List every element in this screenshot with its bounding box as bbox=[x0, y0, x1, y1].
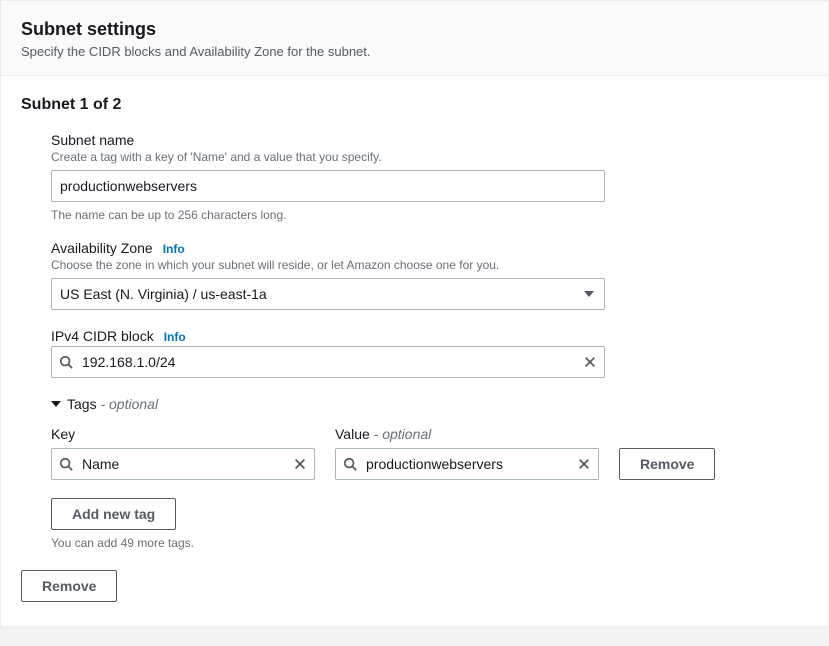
remove-tag-button[interactable]: Remove bbox=[619, 448, 715, 480]
panel-header: Subnet settings Specify the CIDR blocks … bbox=[1, 1, 828, 76]
close-icon[interactable] bbox=[577, 457, 591, 471]
availability-zone-description: Choose the zone in which your subnet wil… bbox=[51, 258, 808, 272]
tag-key-input[interactable] bbox=[51, 448, 315, 480]
tag-value-label: Value - optional bbox=[335, 426, 599, 442]
tags-toggle[interactable]: Tags - optional bbox=[51, 396, 808, 412]
subnet-name-label: Subnet name bbox=[51, 132, 808, 148]
subnet-name-description: Create a tag with a key of 'Name' and a … bbox=[51, 150, 808, 164]
subnet-name-hint: The name can be up to 256 characters lon… bbox=[51, 208, 808, 222]
remove-subnet-button[interactable]: Remove bbox=[21, 570, 117, 602]
add-tag-button[interactable]: Add new tag bbox=[51, 498, 176, 530]
subnet-name-field: Subnet name Create a tag with a key of '… bbox=[51, 132, 808, 222]
cidr-info-link[interactable]: Info bbox=[164, 330, 186, 344]
availability-zone-field: Availability Zone Info Choose the zone i… bbox=[51, 240, 808, 310]
tags-hint: You can add 49 more tags. bbox=[51, 536, 808, 550]
tag-remove-col: Remove bbox=[619, 448, 715, 480]
tag-key-col: Key bbox=[51, 426, 315, 480]
tag-value-input-wrap bbox=[335, 448, 599, 480]
panel-subtitle: Specify the CIDR blocks and Availability… bbox=[21, 44, 808, 59]
tag-key-label: Key bbox=[51, 426, 315, 442]
chevron-down-icon bbox=[584, 291, 594, 297]
availability-zone-label: Availability Zone Info bbox=[51, 240, 808, 256]
close-icon[interactable] bbox=[583, 355, 597, 369]
search-icon bbox=[59, 457, 73, 471]
close-icon[interactable] bbox=[293, 457, 307, 471]
availability-zone-label-text: Availability Zone bbox=[51, 240, 153, 256]
cidr-input-wrap bbox=[51, 346, 605, 378]
add-tag-row: Add new tag You can add 49 more tags. bbox=[51, 498, 808, 550]
availability-zone-value: US East (N. Virginia) / us-east-1a bbox=[60, 286, 267, 302]
availability-zone-select[interactable]: US East (N. Virginia) / us-east-1a bbox=[51, 278, 605, 310]
panel-title: Subnet settings bbox=[21, 19, 808, 40]
panel-body: Subnet 1 of 2 Subnet name Create a tag w… bbox=[1, 76, 828, 626]
cidr-field: IPv4 CIDR block Info bbox=[51, 328, 808, 378]
cidr-input[interactable] bbox=[51, 346, 605, 378]
subnet-section-title: Subnet 1 of 2 bbox=[21, 96, 808, 114]
remove-subnet-row: Remove bbox=[21, 570, 808, 602]
cidr-label-text: IPv4 CIDR block bbox=[51, 328, 154, 344]
tags-toggle-label: Tags - optional bbox=[67, 396, 158, 412]
caret-down-icon bbox=[51, 401, 61, 407]
cidr-label: IPv4 CIDR block Info bbox=[51, 328, 808, 344]
tags-section: Tags - optional Key bbox=[51, 396, 808, 550]
tag-key-input-wrap bbox=[51, 448, 315, 480]
search-icon bbox=[343, 457, 357, 471]
subnet-settings-panel: Subnet settings Specify the CIDR blocks … bbox=[0, 0, 829, 627]
tag-value-input[interactable] bbox=[335, 448, 599, 480]
subnet-name-input[interactable] bbox=[51, 170, 605, 202]
search-icon bbox=[59, 355, 73, 369]
tags-row: Key Value bbox=[51, 426, 808, 480]
tag-value-col: Value - optional bbox=[335, 426, 599, 480]
availability-zone-info-link[interactable]: Info bbox=[163, 242, 185, 256]
